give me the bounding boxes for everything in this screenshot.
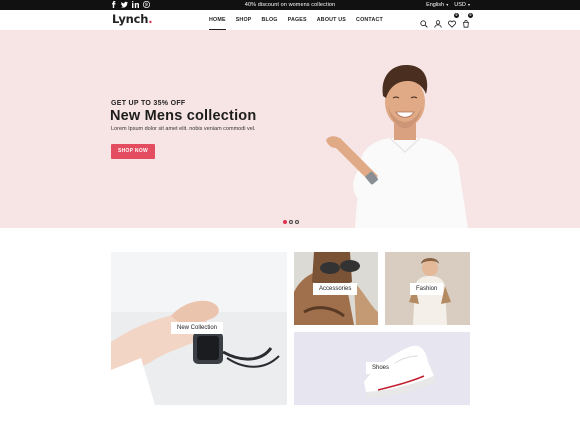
hero-kicker: GET UP TO 35% OFF — [111, 100, 186, 107]
chevron-down-icon: ▾ — [466, 1, 470, 7]
new-collection-label[interactable]: New Collection — [171, 322, 224, 334]
chevron-down-icon: ▾ — [445, 1, 449, 7]
cart-count-badge: 0 — [468, 13, 473, 18]
wishlist-count-badge: 0 — [454, 13, 459, 18]
logo[interactable]: Lynch. — [112, 12, 153, 26]
search-icon[interactable] — [420, 15, 428, 28]
currency-select[interactable]: USD ▾ — [454, 2, 470, 8]
header-actions: 0 0 — [420, 13, 473, 28]
user-icon[interactable] — [434, 15, 442, 28]
heart-icon[interactable]: 0 — [448, 13, 459, 28]
slider-dot-1[interactable] — [283, 220, 287, 224]
shop-now-button[interactable]: SHOP NOW — [111, 144, 155, 159]
slider-dots — [283, 220, 299, 224]
locale-selectors: English ▾ USD ▾ — [426, 2, 470, 8]
nav-contact[interactable]: CONTACT — [356, 17, 383, 23]
top-bar: 40% discount on womens collection Englis… — [0, 0, 580, 10]
accessories-label[interactable]: Accessories — [313, 283, 358, 295]
main-nav: HOME SHOP BLOG PAGES ABOUT US CONTACT — [209, 17, 383, 30]
nav-pages[interactable]: PAGES — [288, 17, 307, 23]
nav-home[interactable]: HOME — [209, 17, 226, 30]
slider-dot-2[interactable] — [289, 220, 293, 224]
cart-icon[interactable]: 0 — [462, 13, 473, 28]
slider-dot-3[interactable] — [295, 220, 299, 224]
language-select[interactable]: English ▾ — [426, 2, 448, 8]
hero-banner: GET UP TO 35% OFF New Mens collection Lo… — [0, 30, 580, 228]
nav-blog[interactable]: BLOG — [262, 17, 278, 23]
main-header: Lynch. HOME SHOP BLOG PAGES ABOUT US CON… — [0, 10, 580, 30]
hero-title: New Mens collection — [110, 108, 257, 124]
fashion-label[interactable]: Fashion — [410, 283, 444, 295]
hero-subtitle: Lorem Ipsum dolor sit amet elit. nobis v… — [111, 126, 256, 132]
hero-model-image — [326, 64, 468, 228]
promo-text: 40% discount on womens collection — [244, 1, 336, 8]
shoes-label[interactable]: Shoes — [366, 362, 396, 374]
nav-shop[interactable]: SHOP — [236, 17, 252, 23]
nav-about-us[interactable]: ABOUT US — [317, 17, 346, 23]
